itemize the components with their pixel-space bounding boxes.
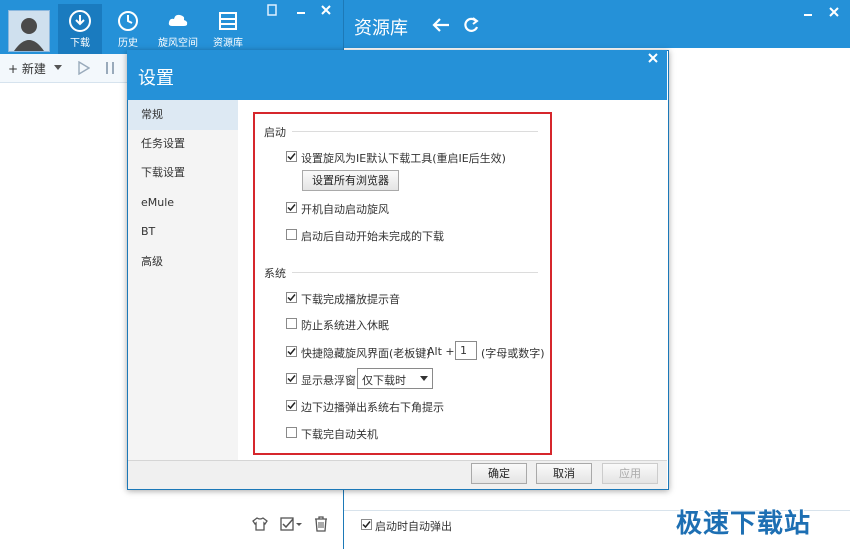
resource-minimize-icon[interactable] <box>802 6 814 18</box>
sidebar-item-download[interactable]: 下载设置 <box>128 158 238 188</box>
sidebar-item-emule[interactable]: eMule <box>128 188 238 218</box>
resource-header <box>344 0 850 48</box>
refresh-icon[interactable] <box>462 16 480 34</box>
download-icon <box>69 10 91 32</box>
sidebar-item-general[interactable]: 常规 <box>128 100 238 130</box>
settings-header <box>127 50 667 100</box>
new-menu-arrow-icon[interactable] <box>54 65 62 71</box>
skin-icon[interactable] <box>266 4 278 16</box>
resource-title: 资源库 <box>354 18 408 39</box>
autopopup-label: 启动时自动弹出 <box>375 520 452 533</box>
cancel-button[interactable]: 取消 <box>536 463 592 484</box>
close-icon[interactable] <box>320 4 332 16</box>
library-icon <box>217 10 239 32</box>
tab-download-label: 下载 <box>70 38 90 49</box>
tab-download[interactable]: 下载 <box>58 4 102 54</box>
apply-button[interactable]: 应用 <box>602 463 658 484</box>
sidebar-item-advanced[interactable]: 高级 <box>128 247 238 277</box>
back-arrow-icon[interactable] <box>432 17 450 33</box>
watermark: 极速下载站 <box>676 509 812 539</box>
start-icon[interactable] <box>78 61 90 75</box>
avatar[interactable] <box>8 10 50 52</box>
tab-library-label: 资源库 <box>213 38 243 49</box>
sidebar-item-task[interactable]: 任务设置 <box>128 129 238 159</box>
pause-icon[interactable] <box>105 61 115 75</box>
tab-cloud-space-label: 旋风空间 <box>158 38 198 49</box>
tab-history-label: 历史 <box>118 38 138 49</box>
tab-history[interactable]: 历史 <box>106 4 150 54</box>
highlight-box <box>253 112 552 455</box>
history-icon <box>117 10 139 32</box>
sidebar-item-bt[interactable]: BT <box>128 217 238 247</box>
cloud-icon <box>167 10 189 32</box>
tab-cloud-space[interactable]: 旋风空间 <box>156 4 200 54</box>
settings-close-icon[interactable] <box>647 52 659 64</box>
ok-button[interactable]: 确定 <box>471 463 527 484</box>
tab-library[interactable]: 资源库 <box>206 4 250 54</box>
resource-close-icon[interactable] <box>828 6 840 18</box>
checklist-icon[interactable] <box>280 516 304 532</box>
autopopup-checkbox[interactable] <box>361 519 372 530</box>
minimize-icon[interactable] <box>295 4 307 16</box>
new-task-button[interactable]: + 新建 <box>8 60 46 77</box>
tshirt-icon[interactable] <box>252 516 268 532</box>
trash-icon[interactable] <box>314 516 328 532</box>
settings-title: 设置 <box>138 68 174 89</box>
